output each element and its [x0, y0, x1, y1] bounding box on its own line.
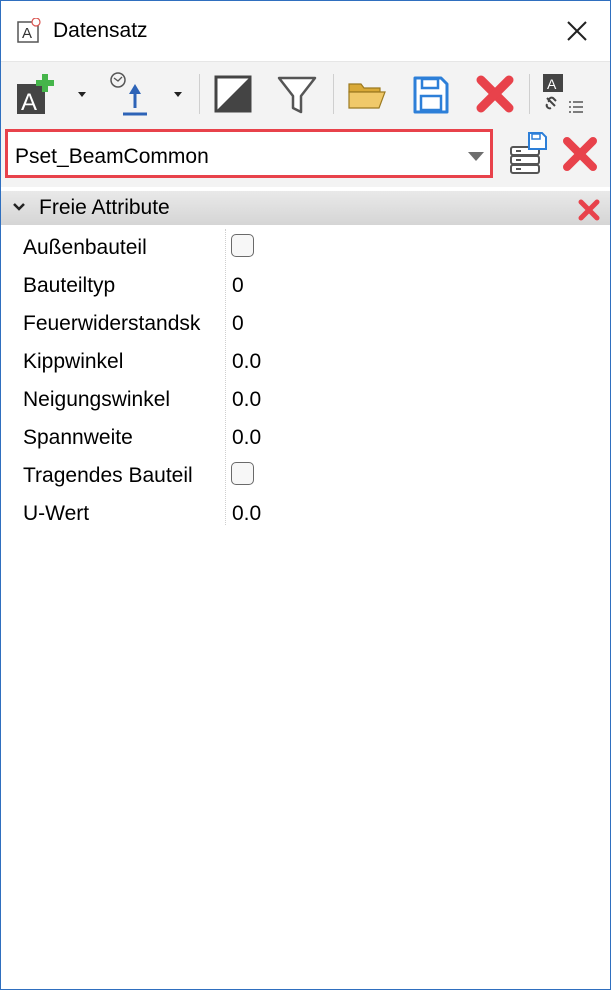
filter-icon [277, 76, 317, 114]
red-x-icon [476, 75, 514, 113]
attribute-value[interactable]: 0 [232, 312, 244, 336]
attribute-value[interactable]: 0.0 [232, 388, 261, 412]
attribute-label: Bauteiltyp [23, 274, 116, 297]
toolbar: A A [1, 61, 610, 126]
datensatz-window: A Datensatz A A Pset_BeamCommon Freie At… [0, 0, 611, 990]
attribute-row: Spannweite 0.0 [1, 419, 610, 457]
attribute-checkbox[interactable] [231, 234, 254, 257]
attribute-row: Außenbauteil [1, 229, 610, 267]
attribute-row: Kippwinkel 0.0 [1, 343, 610, 381]
add-attribute-icon: A [17, 74, 54, 116]
attribute-label: Feuerwiderstandsk [23, 312, 201, 335]
title-bar: A Datensatz [1, 1, 610, 61]
attribute-label: Spannweite [23, 426, 133, 449]
svg-text:A: A [21, 89, 37, 116]
attribute-checkbox[interactable] [231, 462, 254, 485]
chevron-down-icon[interactable] [173, 90, 183, 98]
attribute-row: Feuerwiderstandsk 0 [1, 305, 610, 343]
attribute-label: Kippwinkel [23, 350, 124, 373]
toolbar-separator [529, 74, 530, 114]
red-x-icon[interactable] [561, 135, 599, 173]
attribute-link-icon: A [543, 74, 583, 113]
attribute-row: U-Wert 0.0 [1, 495, 610, 533]
import-upload-icon [110, 72, 147, 116]
section-header[interactable]: Freie Attribute [1, 191, 610, 225]
svg-text:A: A [547, 76, 557, 92]
contrast-button[interactable] [211, 70, 255, 118]
database-save-icon[interactable] [507, 131, 549, 177]
toolbar-separator [199, 74, 200, 114]
section-title: Freie Attribute [39, 196, 170, 219]
chevron-down-icon[interactable] [77, 90, 87, 98]
save-icon [413, 76, 449, 114]
red-x-icon[interactable] [577, 199, 601, 221]
close-icon[interactable] [557, 13, 597, 49]
attribute-app-icon: A [17, 18, 41, 43]
attribute-value[interactable]: 0.0 [232, 502, 261, 526]
save-button[interactable] [409, 70, 453, 118]
folder-open-icon [348, 83, 386, 109]
window-title: Datensatz [53, 19, 148, 42]
attribute-label: U-Wert [23, 502, 90, 525]
svg-text:A: A [22, 25, 32, 42]
attribute-row: Neigungswinkel 0.0 [1, 381, 610, 419]
attribute-value[interactable]: 0 [232, 274, 244, 298]
pset-selected-value: Pset_BeamCommon [15, 145, 209, 168]
contrast-icon [214, 75, 252, 113]
chevron-down-icon[interactable] [11, 199, 27, 215]
dropdown-arrow-icon[interactable] [468, 152, 484, 161]
attribute-label: Außenbauteil [23, 236, 147, 259]
pset-dropdown[interactable]: Pset_BeamCommon [5, 129, 493, 178]
toolbar-separator [333, 74, 334, 114]
delete-button[interactable] [473, 70, 517, 118]
attribute-value[interactable]: 0.0 [232, 426, 261, 450]
attribute-label: Tragendes Bauteil [23, 464, 193, 487]
attribute-label: Neigungswinkel [23, 388, 171, 411]
add-attribute-button[interactable]: A [15, 70, 87, 118]
link-attributes-button[interactable]: A [539, 70, 589, 118]
filter-button[interactable] [275, 70, 319, 118]
import-button[interactable] [105, 70, 185, 118]
attribute-row: Bauteiltyp 0 [1, 267, 610, 305]
attribute-row: Tragendes Bauteil [1, 457, 610, 495]
pset-row: Pset_BeamCommon [1, 125, 610, 187]
attribute-value[interactable]: 0.0 [232, 350, 261, 374]
open-button[interactable] [345, 70, 389, 118]
